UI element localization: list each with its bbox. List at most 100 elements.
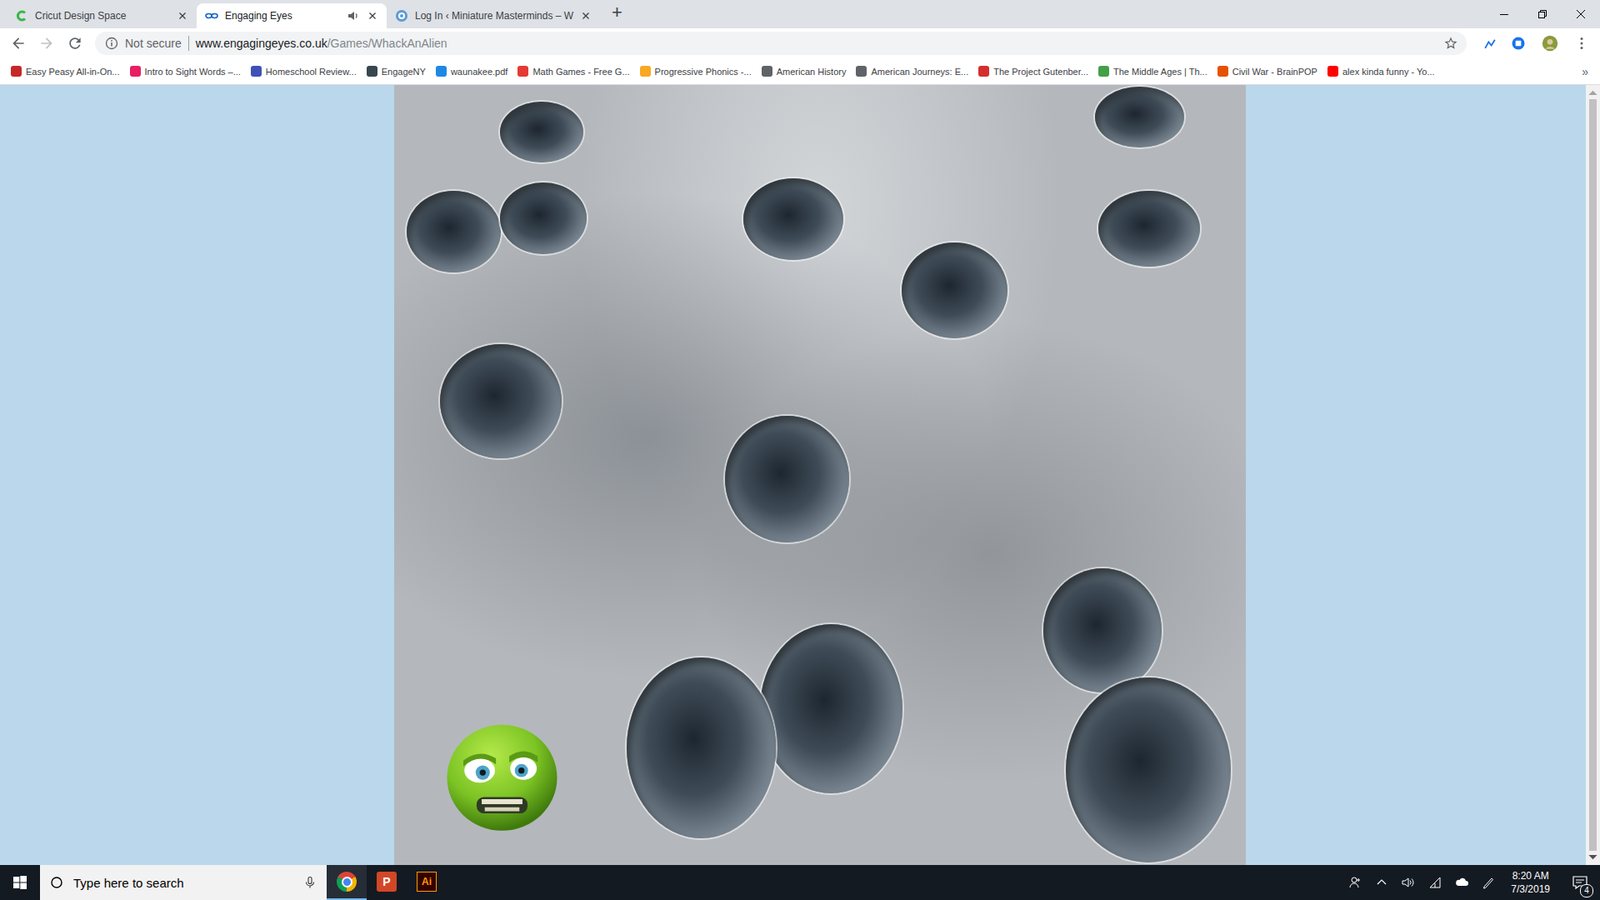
bookmark[interactable]: Easy Peasy All-in-On... <box>6 63 125 80</box>
bookmark[interactable]: The Project Gutenber... <box>974 63 1093 80</box>
bookmark-favicon-icon <box>855 65 867 77</box>
taskbar: Type here to search P Ai 8:20 AM 7/3/2019… <box>0 865 1600 900</box>
profile-avatar-icon[interactable] <box>1535 31 1565 55</box>
scroll-up-icon[interactable] <box>1585 85 1600 100</box>
tab-label[interactable]: Log In ‹ Miniature Masterminds – W <box>415 10 574 22</box>
divider <box>188 35 190 51</box>
tab-strip: Cricut Design Space Engaging Eyes Log In… <box>0 0 1600 29</box>
crater <box>743 178 844 260</box>
taskbar-app[interactable]: Ai <box>406 865 447 900</box>
forward-icon[interactable] <box>35 31 59 55</box>
bookmark-favicon-icon <box>517 65 529 77</box>
screen: Cricut Design Space Engaging Eyes Log In… <box>0 0 1600 900</box>
bookmark-star-icon[interactable] <box>1443 35 1459 51</box>
crater <box>500 182 587 255</box>
speaker-icon[interactable] <box>346 9 360 23</box>
game-board[interactable] <box>394 85 1246 865</box>
search-placeholder[interactable]: Type here to search <box>73 875 185 890</box>
bookmark[interactable]: alex kinda funny - Yo... <box>1323 63 1440 80</box>
close-button[interactable] <box>1561 0 1600 29</box>
bookmark-favicon-icon <box>130 65 141 77</box>
taskbar-app[interactable]: P <box>366 865 407 900</box>
minimize-button[interactable] <box>1485 0 1524 29</box>
bookmark[interactable]: Math Games - Free G... <box>513 63 634 80</box>
reload-icon[interactable] <box>63 31 87 55</box>
bookmark-favicon-icon <box>435 65 447 77</box>
crater <box>500 101 584 163</box>
time: 8:20 AM <box>1512 869 1550 883</box>
address-bar[interactable]: Not secure www.engagingeyes.co.uk/Games/… <box>95 31 1467 55</box>
start-button[interactable] <box>0 865 40 900</box>
bookmark-favicon-icon <box>250 65 262 77</box>
powerpoint-icon: P <box>376 871 397 892</box>
search-box[interactable]: Type here to search <box>40 865 327 900</box>
bookmark[interactable]: waunakee.pdf <box>431 63 513 80</box>
browser-tab[interactable]: Engaging Eyes <box>196 3 387 29</box>
page-content <box>0 85 1600 865</box>
crater <box>1065 677 1231 863</box>
bookmark[interactable]: Progressive Phonics -... <box>635 63 756 80</box>
bookmark[interactable]: The Middle Ages | Th... <box>1094 63 1212 80</box>
bookmark-favicon-icon <box>978 65 990 77</box>
tab-label[interactable]: Engaging Eyes <box>225 10 340 22</box>
action-center-button[interactable]: 4 <box>1563 874 1597 891</box>
pen-icon[interactable] <box>1479 875 1498 890</box>
chrome-icon <box>336 871 357 892</box>
security-label[interactable]: Not secure <box>125 36 182 50</box>
scrollbar[interactable] <box>1585 85 1600 865</box>
bookmark[interactable]: American History <box>757 63 851 80</box>
restore-button[interactable] <box>1523 0 1562 29</box>
system-tray: 8:20 AM 7/3/2019 4 <box>1345 865 1600 900</box>
alien-icon[interactable] <box>445 721 560 832</box>
clock[interactable]: 8:20 AM 7/3/2019 <box>1505 869 1555 896</box>
crater <box>1043 568 1162 693</box>
people-icon[interactable] <box>1345 875 1365 890</box>
info-icon[interactable] <box>105 36 119 50</box>
close-tab-icon[interactable] <box>366 10 379 22</box>
search-circle-icon <box>50 875 64 890</box>
bookmark[interactable]: Civil War - BrainPOP <box>1213 63 1322 80</box>
bookmark-favicon-icon <box>640 65 651 77</box>
crater <box>406 190 501 273</box>
crater <box>901 242 1008 339</box>
crater <box>1095 86 1185 148</box>
scroll-down-icon[interactable] <box>1585 850 1600 865</box>
bookmark-favicon-icon <box>366 65 378 77</box>
cricut-icon <box>15 9 29 23</box>
taskbar-app[interactable] <box>326 865 367 900</box>
scrollbar-thumb[interactable] <box>1589 99 1597 851</box>
browser-tab[interactable]: Log In ‹ Miniature Masterminds – W <box>386 3 600 29</box>
close-tab-icon[interactable] <box>580 10 592 22</box>
extension-icon[interactable] <box>1506 31 1530 55</box>
bookmark-favicon-icon <box>1217 65 1229 77</box>
close-tab-icon[interactable] <box>176 10 189 22</box>
restore-icon <box>1538 10 1547 19</box>
bookmark[interactable]: American Journeys: E... <box>851 63 973 80</box>
back-icon[interactable] <box>6 31 30 55</box>
onedrive-cloud-icon[interactable] <box>1452 875 1471 890</box>
crater <box>626 657 776 839</box>
page <box>0 85 1586 865</box>
tab-label[interactable]: Cricut Design Space <box>35 10 170 22</box>
browser-tab[interactable]: Cricut Design Space <box>6 3 197 29</box>
bookmark[interactable]: EngageNY <box>362 63 430 80</box>
minimize-icon <box>1500 10 1509 19</box>
chevron-up-icon[interactable] <box>1372 875 1391 890</box>
microphone-icon[interactable] <box>303 875 317 890</box>
wordpress-icon <box>395 9 409 23</box>
crater <box>440 344 562 459</box>
bookmark-favicon-icon <box>1327 65 1339 77</box>
menu-icon[interactable] <box>1570 31 1594 55</box>
bookmark[interactable]: Homeschool Review... <box>246 63 361 80</box>
bookmarks-bar: Easy Peasy All-in-On... Intro to Sight W… <box>0 58 1600 85</box>
network-icon[interactable] <box>1425 875 1445 890</box>
volume-icon[interactable] <box>1399 875 1418 890</box>
bookmark[interactable]: Intro to Sight Words –... <box>125 63 245 80</box>
bookmark-favicon-icon <box>761 65 773 77</box>
bookmarks-overflow-button[interactable]: » <box>1575 65 1595 79</box>
bookmark-favicon-icon <box>10 65 22 77</box>
new-tab-button[interactable]: + <box>600 3 635 25</box>
url[interactable]: www.engagingeyes.co.uk/Games/WhackAnAlie… <box>195 36 448 50</box>
close-icon <box>1576 10 1585 19</box>
extension-icon[interactable] <box>1478 31 1502 55</box>
